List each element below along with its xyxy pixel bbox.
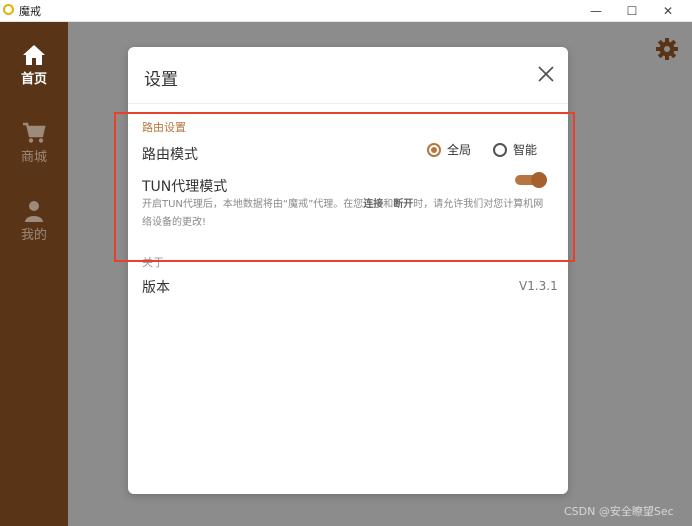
close-window-button[interactable]: ✕ xyxy=(648,0,688,22)
divider xyxy=(128,103,568,104)
title-bar: 魔戒 — ☐ ✕ xyxy=(0,0,692,22)
sidebar-item-label: 商城 xyxy=(20,150,47,165)
home-icon xyxy=(23,45,45,65)
sidebar-item-home[interactable]: 首页 xyxy=(0,44,68,87)
user-icon xyxy=(25,201,43,222)
sidebar-item-store[interactable]: 商城 xyxy=(0,122,68,165)
cart-icon xyxy=(23,122,46,143)
version-label: 版本 xyxy=(142,280,170,296)
sidebar-item-mine[interactable]: 我的 xyxy=(0,200,68,243)
close-icon[interactable] xyxy=(537,65,555,83)
version-value: V1.3.1 xyxy=(519,279,558,293)
dialog-title: 设置 xyxy=(144,70,178,90)
maximize-button[interactable]: ☐ xyxy=(612,0,652,22)
sidebar-item-label: 我的 xyxy=(20,228,47,243)
window-title: 魔戒 xyxy=(19,5,41,18)
sidebar-item-label: 首页 xyxy=(20,72,47,87)
minimize-button[interactable]: — xyxy=(576,0,616,22)
watermark: CSDN @安全瞭望Sec xyxy=(564,505,674,518)
gear-icon[interactable] xyxy=(656,38,678,60)
sidebar: 首页 商城 我的 xyxy=(0,22,68,526)
annotation-highlight-box xyxy=(114,112,575,262)
app-logo-icon xyxy=(3,4,14,15)
